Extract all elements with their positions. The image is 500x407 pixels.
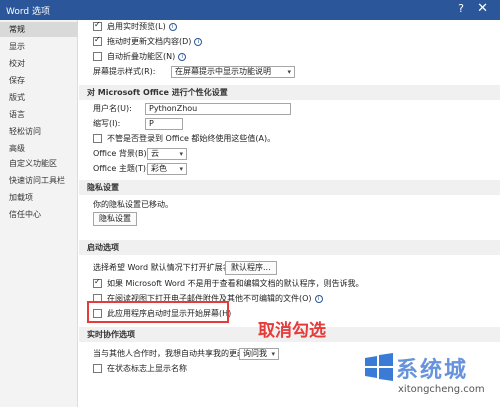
sidebar-item-language[interactable]: 语言 [0, 107, 78, 122]
background-label: Office 背景(B): [93, 149, 150, 158]
info-icon: i [178, 52, 187, 61]
sidebar: 常规 显示 校对 保存 版式 语言 轻松访问 高级 自定义功能区 快速访问工具栏… [0, 20, 78, 407]
initials-field[interactable]: P [145, 118, 183, 130]
show-names-checkbox[interactable] [93, 364, 102, 373]
close-icon[interactable]: ✕ [477, 1, 488, 16]
watermark-name: 系统城 [396, 358, 469, 383]
chevron-down-icon: ▾ [179, 165, 183, 173]
username-field[interactable]: PythonZhou [145, 103, 291, 115]
initials-label: 缩写(I): [93, 119, 121, 128]
window-title: Word 选项 [6, 7, 50, 17]
always-use-checkbox[interactable] [93, 134, 102, 143]
watermark-url: xitongcheng.com [398, 384, 485, 395]
annotation-text: 取消勾选 [258, 321, 326, 341]
sidebar-item-save[interactable]: 保存 [0, 73, 78, 88]
help-icon[interactable]: ? [458, 2, 464, 15]
privacy-settings-button[interactable]: 隐私设置 [93, 212, 137, 226]
sidebar-item-general[interactable]: 常规 [0, 22, 78, 37]
section-privacy: 隐私设置 [79, 180, 500, 195]
always-use-label: 不管是否登录到 Office 都始终使用这些值(A)。 [107, 134, 276, 143]
show-names-label: 在状态标志上显示名称 [107, 364, 187, 373]
tell-me-checkbox[interactable] [93, 277, 102, 288]
default-extensions-label: 选择希望 Word 默认情况下打开扩展名: [93, 263, 234, 272]
screentip-select[interactable]: 在屏幕提示中显示功能说明 ▾ [171, 66, 295, 78]
chevron-down-icon: ▾ [287, 68, 291, 76]
share-changes-select[interactable]: 询问我 ▾ [239, 348, 279, 360]
sidebar-item-trust-center[interactable]: 信任中心 [0, 207, 78, 222]
chevron-down-icon: ▾ [179, 150, 183, 158]
sidebar-item-layout[interactable]: 版式 [0, 90, 78, 105]
info-icon: i [314, 294, 323, 303]
background-select[interactable]: 云 ▾ [147, 148, 187, 160]
windows-logo-icon [365, 353, 393, 381]
info-icon: i [194, 37, 203, 46]
chevron-down-icon: ▾ [271, 350, 275, 358]
sidebar-item-quick-access[interactable]: 快速访问工具栏 [0, 173, 78, 188]
watermark: 系统城 xitongcheng.com [362, 348, 500, 407]
title-bar: Word 选项 ? ✕ [0, 0, 500, 20]
info-icon: i [168, 22, 177, 31]
sidebar-item-advanced[interactable]: 高级 [0, 141, 78, 156]
section-startup: 启动选项 [79, 240, 500, 255]
share-changes-label: 当与其他人合作时，我想自动共享我的更改: [93, 349, 248, 358]
highlight-box [87, 301, 229, 323]
realtime-preview-checkbox[interactable] [93, 20, 102, 31]
sidebar-item-display[interactable]: 显示 [0, 39, 78, 54]
screentip-label: 屏幕提示样式(R): [93, 67, 156, 76]
privacy-note: 你的隐私设置已移动。 [93, 200, 173, 209]
live-layout-label: 拖动时更新文档内容(D) i [107, 35, 203, 49]
sidebar-item-customize-ribbon[interactable]: 自定义功能区 [0, 156, 78, 171]
tell-me-label: 如果 Microsoft Word 不是用于查看和编辑文档的默认程序，则告诉我。 [107, 279, 364, 288]
section-personalize: 对 Microsoft Office 进行个性化设置 [79, 85, 500, 100]
sidebar-item-accessibility[interactable]: 轻松访问 [0, 124, 78, 139]
sidebar-item-proofing[interactable]: 校对 [0, 56, 78, 71]
theme-select[interactable]: 彩色 ▾ [147, 163, 187, 175]
sidebar-item-addins[interactable]: 加载项 [0, 190, 78, 205]
default-programs-button[interactable]: 默认程序... [225, 261, 277, 275]
theme-label: Office 主题(T): [93, 164, 149, 173]
collapse-ribbon-checkbox[interactable] [93, 52, 102, 61]
username-label: 用户名(U): [93, 104, 132, 113]
live-layout-checkbox[interactable] [93, 35, 102, 46]
realtime-preview-label: 启用实时预览(L) i [107, 20, 177, 34]
collapse-ribbon-label: 自动折叠功能区(N) i [107, 50, 187, 64]
